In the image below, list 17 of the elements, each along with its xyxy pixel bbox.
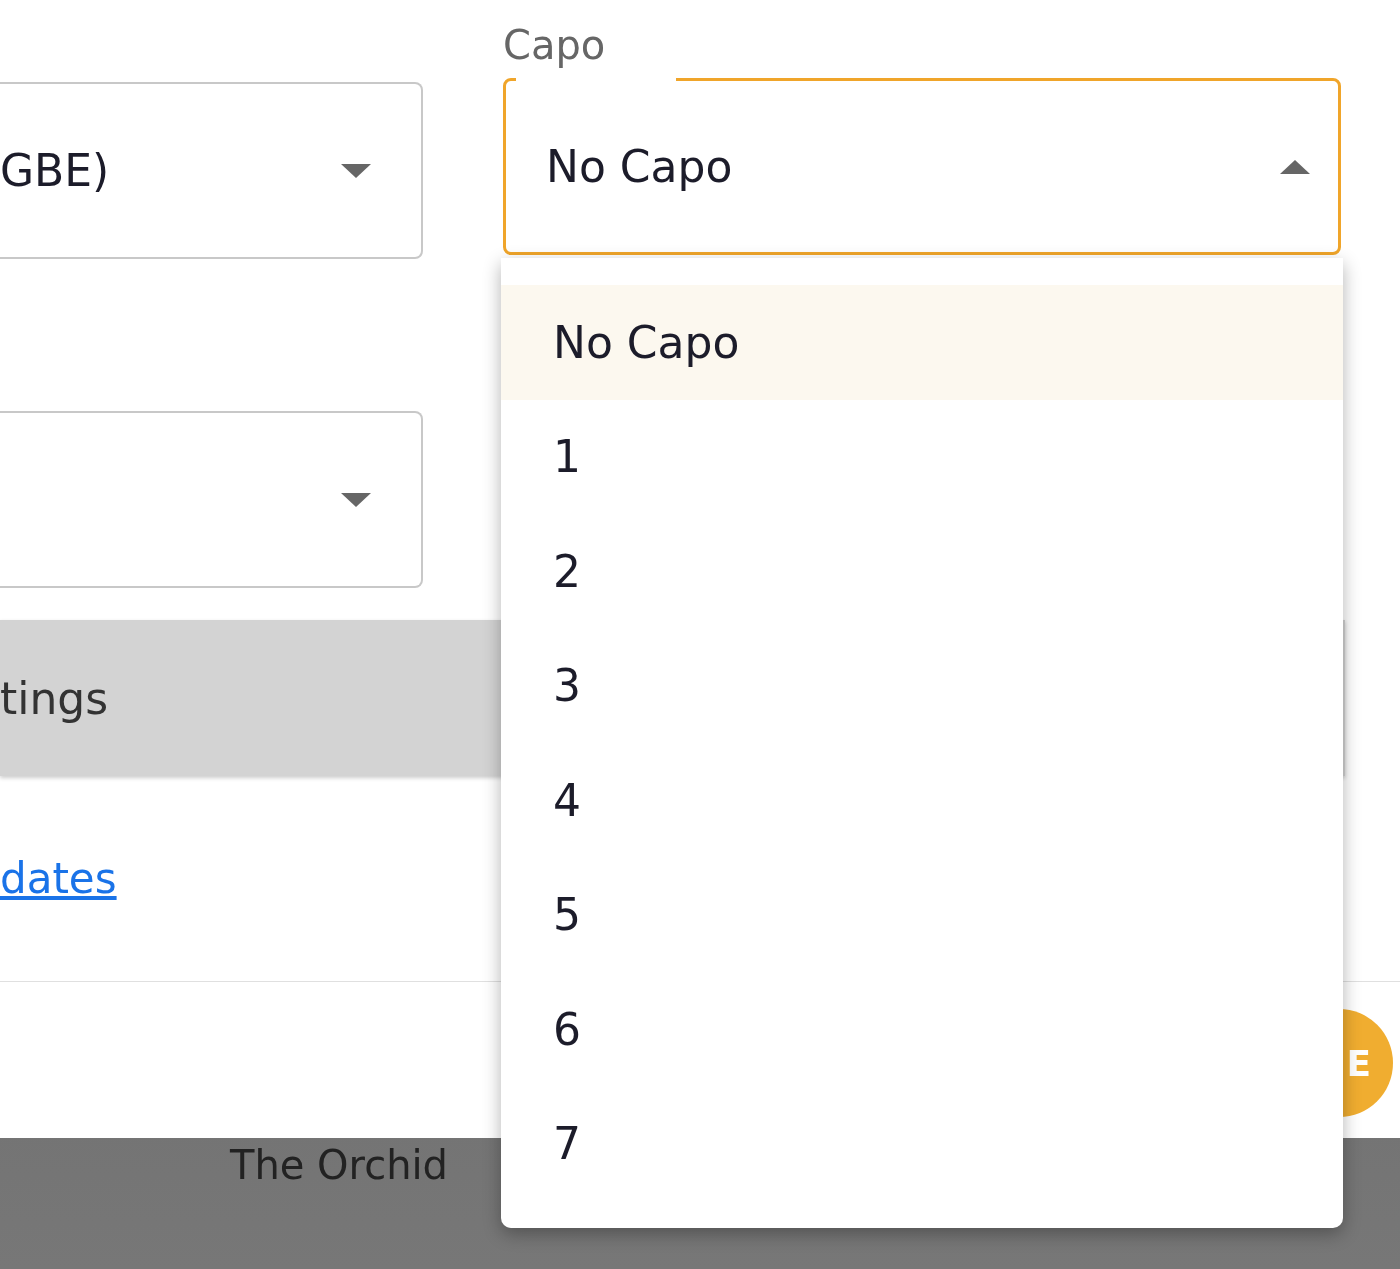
field-label: Capo (503, 21, 607, 70)
capo-select[interactable]: No Capo (503, 78, 1341, 255)
dropdown-option[interactable]: 6 (501, 972, 1343, 1087)
footer-text: The Orchid (230, 1142, 448, 1190)
dropdown-option[interactable]: 1 (501, 399, 1343, 514)
dropdown-option[interactable]: 7 (501, 1086, 1343, 1201)
dropdown-option[interactable]: 4 (501, 743, 1343, 858)
caret-icon (1280, 159, 1310, 174)
select-field[interactable] (0, 411, 423, 588)
dropdown-option[interactable]: 2 (501, 514, 1343, 629)
caret-icon (341, 163, 371, 178)
dropdown-option[interactable]: 5 (501, 857, 1343, 972)
dropdown-option[interactable]: No Capo (501, 285, 1343, 400)
dropdown-option[interactable]: 3 (501, 628, 1343, 743)
caret-icon (341, 492, 371, 507)
link[interactable]: dates (0, 854, 117, 903)
select-field[interactable]: GBE) (0, 82, 423, 259)
